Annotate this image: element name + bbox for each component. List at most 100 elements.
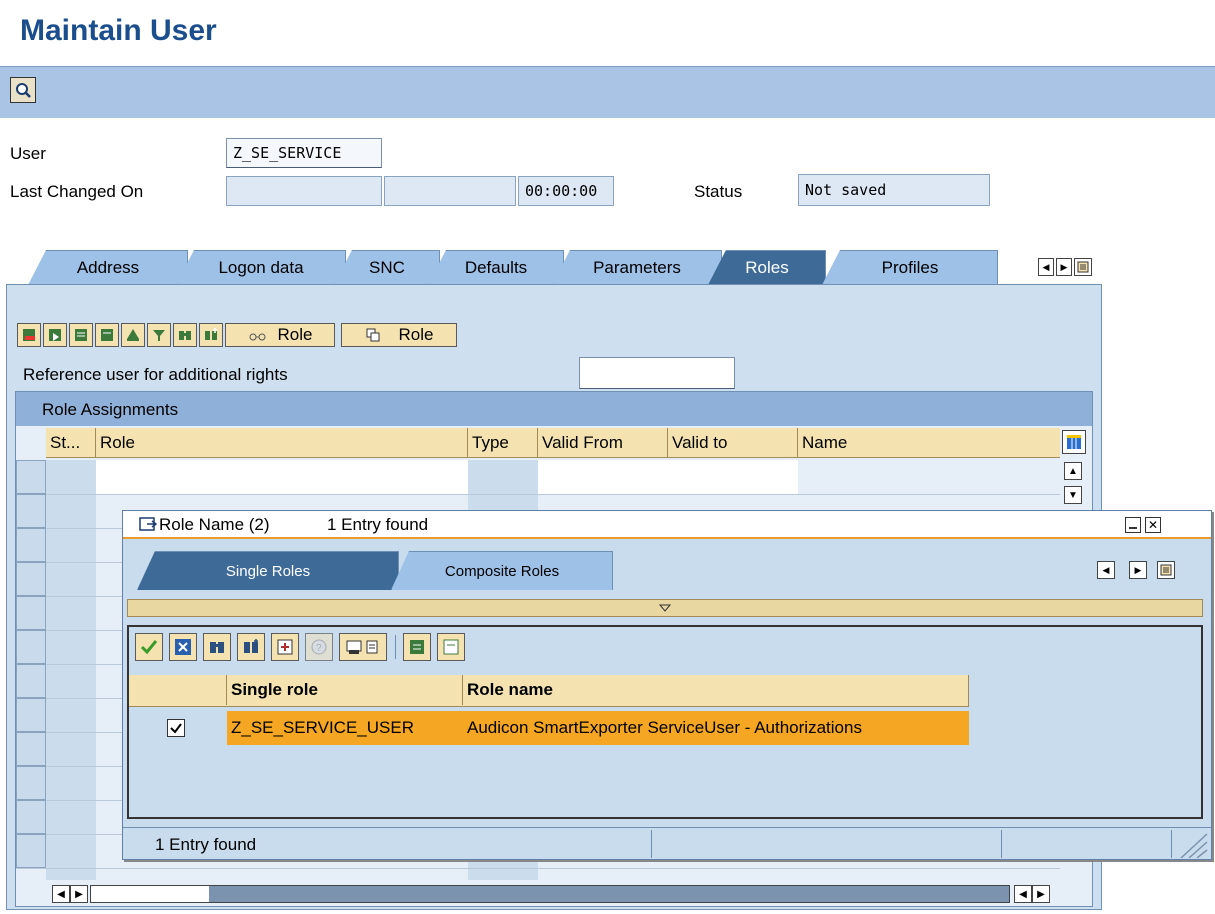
row-checkbox[interactable] [167, 719, 185, 737]
tab-snc[interactable]: SNC [334, 250, 440, 285]
sort-icon [127, 329, 139, 341]
column-header-label: Valid to [672, 433, 728, 452]
row-selector[interactable] [16, 664, 46, 698]
deselect-all-icon [101, 329, 113, 341]
row-selector[interactable] [16, 596, 46, 630]
row-selector[interactable] [16, 460, 46, 494]
copy-row-icon [49, 329, 61, 341]
column-header-label: Type [472, 433, 509, 452]
tab-label: Single Roles [225, 562, 311, 580]
scroll-left-button[interactable]: ◀ [52, 885, 70, 903]
select-all-button[interactable] [69, 323, 93, 347]
help-icon: ? [311, 639, 327, 655]
scroll-right-button-2[interactable]: ▶ [1032, 885, 1050, 903]
restriction-toggle-bar[interactable] [127, 599, 1203, 617]
copy-row-button[interactable] [43, 323, 67, 347]
popup-find-button[interactable] [203, 633, 231, 661]
scroll-right-button[interactable]: ▶ [70, 885, 88, 903]
row-selector[interactable] [16, 630, 46, 664]
new-search-icon [277, 639, 293, 655]
tab-scroll-right-button[interactable]: ▶ [1056, 258, 1072, 276]
tab-label: Roles [745, 258, 789, 277]
last-changed-time-field: 00:00:00 [518, 176, 614, 206]
tab-roles[interactable]: Roles [708, 250, 826, 285]
triangle-down-icon [659, 604, 671, 612]
filter-icon [153, 330, 165, 341]
column-header-role[interactable]: Role [96, 428, 468, 458]
tab-defaults[interactable]: Defaults [428, 250, 564, 285]
tab-parameters[interactable]: Parameters [552, 250, 722, 285]
sort-button[interactable] [121, 323, 145, 347]
row-selector[interactable] [16, 800, 46, 834]
deselect-all-button[interactable] [95, 323, 119, 347]
row-selector[interactable] [16, 766, 46, 800]
last-changed-user-field [226, 176, 382, 206]
filter-button[interactable] [147, 323, 171, 347]
popup-tab-list-icon[interactable] [1157, 561, 1175, 579]
column-header-type[interactable]: Type [468, 428, 538, 458]
display-change-button[interactable] [10, 77, 36, 103]
copy-icon [366, 328, 380, 342]
column-header-label: Role name [467, 680, 553, 699]
popup-title-bar[interactable]: Role Name (2) 1 Entry found ✕ [123, 511, 1211, 539]
popup-info-button[interactable]: ? [305, 633, 333, 661]
scroll-down-button[interactable]: ▼ [1064, 486, 1082, 504]
close-button[interactable]: ✕ [1145, 517, 1161, 533]
column-header-label: Role [100, 433, 135, 452]
reference-user-field[interactable] [579, 357, 735, 389]
tab-logon-data[interactable]: Logon data [176, 250, 346, 285]
popup-title: Role Name (2) [159, 515, 270, 534]
horizontal-scrollbar[interactable]: ◀ ▶ ◀ ▶ [46, 884, 1060, 904]
popup-print-button[interactable] [339, 633, 387, 661]
popup-find-next-button[interactable] [237, 633, 265, 661]
popup-deselect-all-button[interactable] [437, 633, 465, 661]
row-selector[interactable] [16, 834, 46, 868]
resize-grip-icon[interactable] [1175, 830, 1209, 858]
role-copy-button[interactable]: Role [341, 323, 457, 347]
select-all-icon [75, 329, 87, 341]
popup-select-all-button[interactable] [403, 633, 431, 661]
row-selector[interactable] [16, 698, 46, 732]
scroll-up-button[interactable]: ▲ [1064, 462, 1082, 480]
cancel-button[interactable] [169, 633, 197, 661]
tab-profiles[interactable]: Profiles [822, 250, 998, 285]
list-item[interactable]: Z_SE_SERVICE_USER Audicon SmartExporter … [129, 711, 969, 745]
column-header-role-name[interactable]: Role name [463, 675, 969, 705]
table-title-bar: Role Assignments [16, 392, 1092, 426]
user-field[interactable]: Z_SE_SERVICE [226, 138, 382, 168]
column-header-single-role[interactable]: Single role [227, 675, 463, 705]
row-selector[interactable] [16, 494, 46, 528]
scroll-left-button-2[interactable]: ◀ [1014, 885, 1032, 903]
popup-tab-left-button[interactable]: ◀ [1097, 561, 1115, 579]
tab-single-roles[interactable]: Single Roles [137, 551, 399, 590]
popup-title-count: 1 Entry found [327, 515, 429, 534]
row-selector[interactable] [16, 732, 46, 766]
row-selector[interactable] [16, 528, 46, 562]
cancel-icon [175, 639, 191, 655]
tab-scroll-left-button[interactable]: ◀ [1038, 258, 1054, 276]
find-button[interactable] [173, 323, 197, 347]
select-all-icon [410, 640, 424, 654]
column-header-status[interactable]: St... [46, 428, 96, 458]
column-header-name[interactable]: Name [798, 428, 1060, 458]
popup-new-search-button[interactable] [271, 633, 299, 661]
row-selector[interactable] [16, 562, 46, 596]
find-next-button[interactable] [199, 323, 223, 347]
tab-label: Profiles [881, 258, 939, 277]
popup-tab-right-button[interactable]: ▶ [1129, 561, 1147, 579]
column-header-valid-to[interactable]: Valid to [668, 428, 798, 458]
tab-composite-roles[interactable]: Composite Roles [391, 551, 613, 590]
scroll-track[interactable] [90, 885, 1010, 903]
column-config-icon[interactable] [1062, 430, 1086, 454]
column-header-valid-from[interactable]: Valid From [538, 428, 668, 458]
roles-toolbar: Role Role [17, 319, 557, 353]
scroll-thumb[interactable] [91, 886, 209, 902]
tab-list-icon[interactable] [1074, 258, 1092, 276]
table-row[interactable] [96, 460, 468, 494]
tab-address[interactable]: Address [28, 250, 188, 285]
insert-row-button[interactable] [17, 323, 41, 347]
accept-button[interactable] [135, 633, 163, 661]
popup-list-area: ? Single role Role name Z_SE_SERVICE_USE… [127, 625, 1203, 819]
role-link-button[interactable]: Role [225, 323, 335, 347]
minimize-button[interactable] [1125, 517, 1141, 533]
